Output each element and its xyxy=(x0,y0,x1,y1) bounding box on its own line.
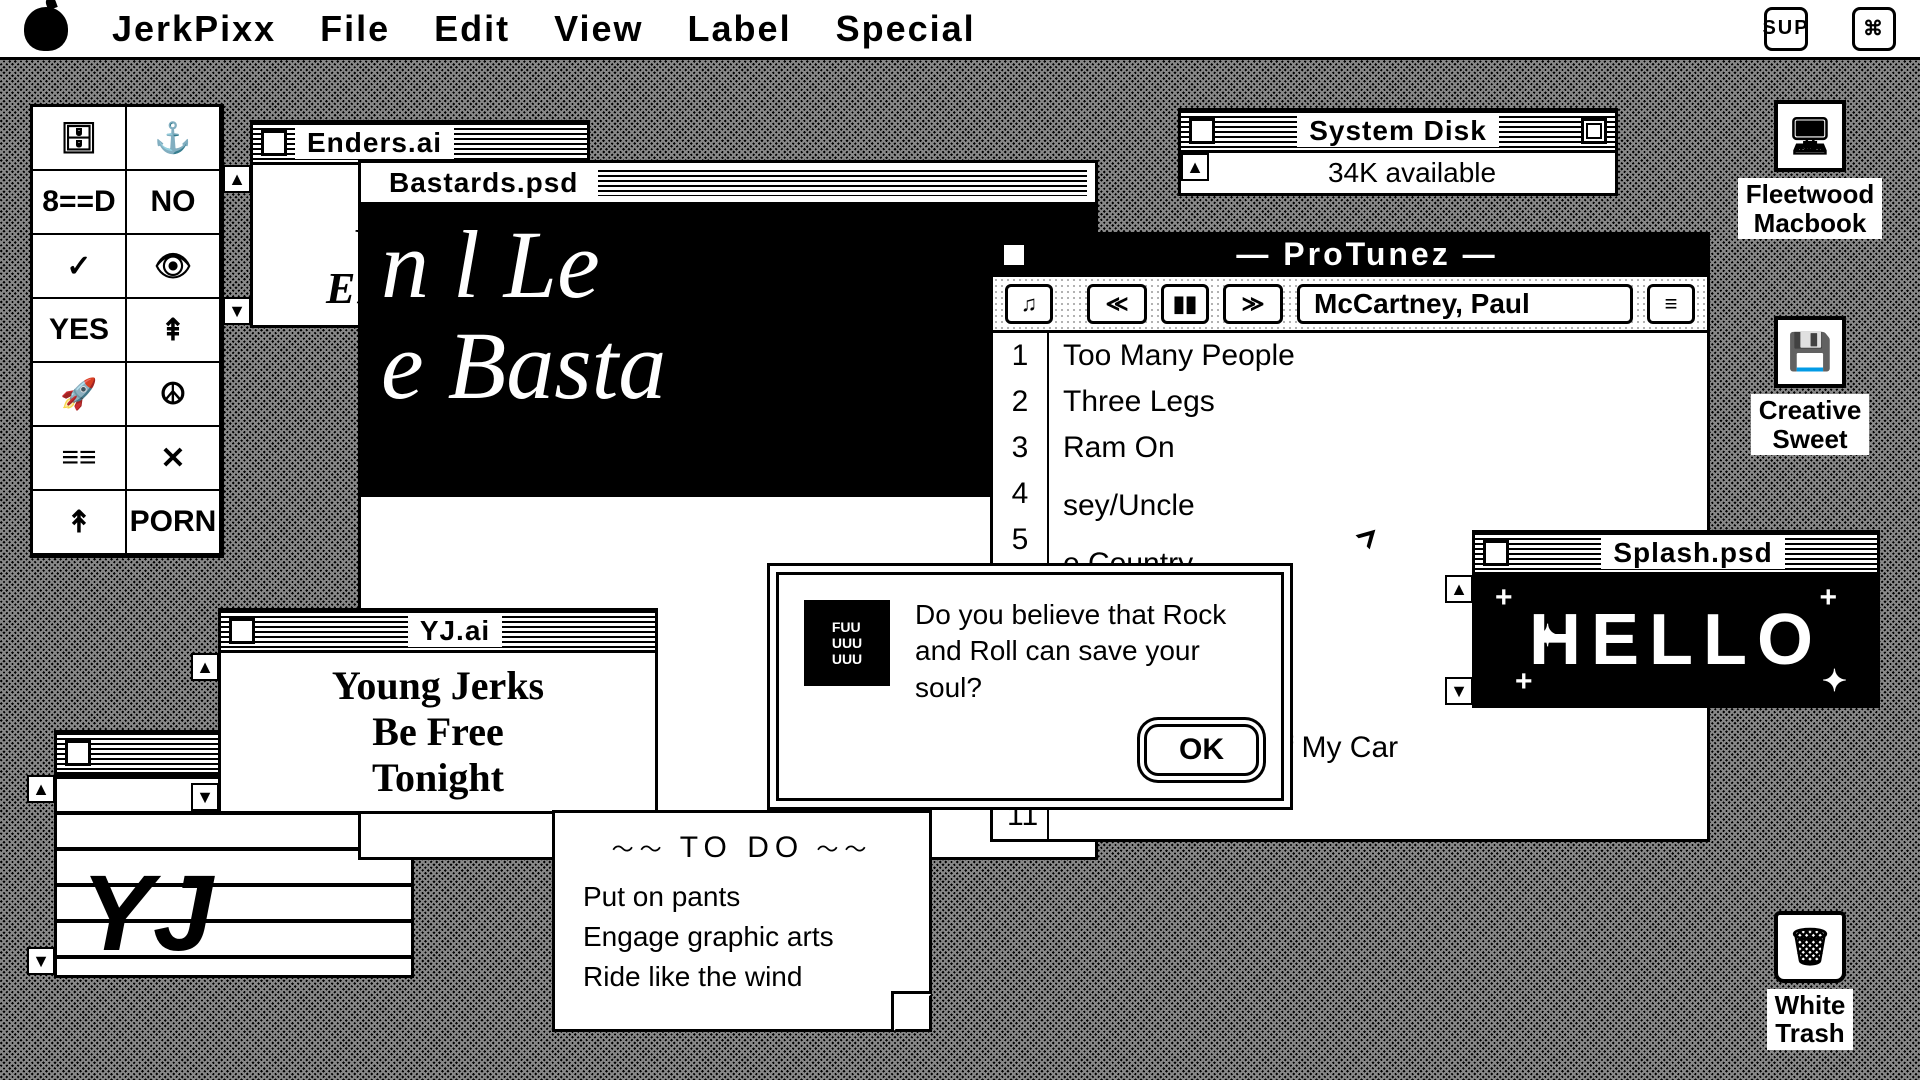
sup-icon[interactable]: SUP xyxy=(1764,7,1808,51)
system-icon[interactable]: ⌘ xyxy=(1852,7,1896,51)
rage-icon: FUU UUU UUU xyxy=(801,597,893,689)
scroll-up-icon[interactable]: ▲ xyxy=(191,653,219,681)
window-title: YJ.ai xyxy=(408,615,502,647)
window-title: Splash.psd xyxy=(1601,537,1784,569)
window-title: System Disk xyxy=(1297,115,1499,147)
track-name[interactable]: Ram On xyxy=(1049,425,1707,471)
tool-cell[interactable]: ≡≡ xyxy=(33,427,127,491)
eq-icon[interactable]: ≡ xyxy=(1647,284,1695,324)
tool-cell[interactable]: 🚀 xyxy=(33,363,127,427)
tool-cell[interactable]: PORN xyxy=(127,491,221,555)
bastards-art: n l Le e Basta xyxy=(361,205,1095,497)
window-title: Bastards.psd xyxy=(369,167,590,199)
track-name[interactable]: Three Legs xyxy=(1049,379,1707,425)
close-icon[interactable] xyxy=(65,740,91,766)
yj-art: Young Jerks Be Free Tonight xyxy=(221,653,655,811)
tool-cell[interactable]: 👁 xyxy=(127,235,221,299)
tool-palette: 🗄⚓8==DNO✓👁YES⇞🚀☮≡≡✕↟PORN xyxy=(30,104,224,558)
alert-dialog: FUU UUU UUU Do you believe that Rock and… xyxy=(776,572,1284,801)
track-name[interactable] xyxy=(1049,471,1707,483)
menu-file[interactable]: File xyxy=(320,8,390,50)
window-title: — ProTunez — xyxy=(1035,236,1699,273)
scroll-up-icon[interactable]: ▲ xyxy=(1181,153,1209,181)
app-menu[interactable]: JerkPixx xyxy=(112,8,276,50)
menu-label[interactable]: Label xyxy=(688,8,792,50)
creative-sweet-icon[interactable]: 💾 Creative Sweet xyxy=(1730,316,1890,455)
track-name[interactable]: Too Many People xyxy=(1049,333,1707,379)
todo-item: Engage graphic arts xyxy=(583,917,901,957)
scroll-down-icon[interactable]: ▼ xyxy=(191,783,219,811)
next-button[interactable]: ≫ xyxy=(1223,284,1283,324)
tool-cell[interactable]: YES xyxy=(33,299,127,363)
track-number: 4 xyxy=(993,471,1047,517)
splash-window[interactable]: Splash.psd ▲ ▼ HELLO + + + ✦ ✦ xyxy=(1472,530,1880,708)
track-number: 5 xyxy=(993,517,1047,563)
tool-cell[interactable]: 8==D xyxy=(33,171,127,235)
menu-view[interactable]: View xyxy=(554,8,643,50)
track-number: 3 xyxy=(993,425,1047,471)
tool-cell[interactable]: ↟ xyxy=(33,491,127,555)
menu-edit[interactable]: Edit xyxy=(434,8,510,50)
system-disk-window[interactable]: System Disk ▲ 34K available xyxy=(1178,108,1618,196)
protunez-toolbar: ♫ ≪ ▮▮ ≫ McCartney, Paul ≡ xyxy=(993,277,1707,333)
menubar: JerkPixx File Edit View Label Special SU… xyxy=(0,0,1920,60)
white-trash-icon[interactable]: 🗑 White Trash xyxy=(1730,911,1890,1050)
track-number: 2 xyxy=(993,379,1047,425)
now-playing: McCartney, Paul xyxy=(1297,284,1633,324)
scroll-down-icon[interactable]: ▼ xyxy=(27,947,55,975)
track-name[interactable]: sey/Uncle xyxy=(1049,483,1707,529)
note-title: TO DO xyxy=(583,831,901,865)
computer-icon: 🖥 xyxy=(1774,100,1846,172)
prev-button[interactable]: ≪ xyxy=(1087,284,1147,324)
close-icon[interactable] xyxy=(1189,118,1215,144)
dialog-message: Do you believe that Rock and Roll can sa… xyxy=(915,597,1235,706)
tool-cell[interactable]: ☮ xyxy=(127,363,221,427)
track-number: 1 xyxy=(993,333,1047,379)
todo-note[interactable]: TO DO Put on pantsEngage graphic artsRid… xyxy=(552,810,932,1032)
pause-button[interactable]: ▮▮ xyxy=(1161,284,1209,324)
tool-cell[interactable]: ⚓ xyxy=(127,107,221,171)
splash-art: HELLO + + + ✦ ✦ xyxy=(1475,575,1877,705)
tool-cell[interactable]: ✓ xyxy=(33,235,127,299)
tool-cell[interactable]: ✕ xyxy=(127,427,221,491)
scroll-down-icon[interactable]: ▼ xyxy=(223,297,251,325)
yj-window[interactable]: YJ.ai ▲ ▼ Young Jerks Be Free Tonight xyxy=(218,608,658,814)
ok-button[interactable]: OK xyxy=(1144,724,1259,776)
floppy-icon: 💾 xyxy=(1774,316,1846,388)
trash-icon: 🗑 xyxy=(1774,911,1846,983)
scroll-down-icon[interactable]: ▼ xyxy=(1445,677,1473,705)
tool-cell[interactable]: 🗄 xyxy=(33,107,127,171)
tool-cell[interactable]: ⇞ xyxy=(127,299,221,363)
apple-icon[interactable] xyxy=(24,7,68,51)
scroll-up-icon[interactable]: ▲ xyxy=(223,165,251,193)
page-curl-icon xyxy=(891,991,931,1031)
close-icon[interactable] xyxy=(261,130,287,156)
fleetwood-macbook-icon[interactable]: 🖥 Fleetwood Macbook xyxy=(1730,100,1890,239)
disk-status: 34K available xyxy=(1209,153,1615,193)
close-icon[interactable] xyxy=(1001,242,1027,268)
tool-cell[interactable]: NO xyxy=(127,171,221,235)
zoom-icon[interactable] xyxy=(1581,118,1607,144)
window-title: Enders.ai xyxy=(295,127,454,159)
todo-item: Put on pants xyxy=(583,877,901,917)
todo-item: Ride like the wind xyxy=(583,957,901,997)
close-icon[interactable] xyxy=(229,618,255,644)
music-icon[interactable]: ♫ xyxy=(1005,284,1053,324)
close-icon[interactable] xyxy=(1483,540,1509,566)
scroll-up-icon[interactable]: ▲ xyxy=(1445,575,1473,603)
scroll-up-icon[interactable]: ▲ xyxy=(27,775,55,803)
menu-special[interactable]: Special xyxy=(836,8,976,50)
